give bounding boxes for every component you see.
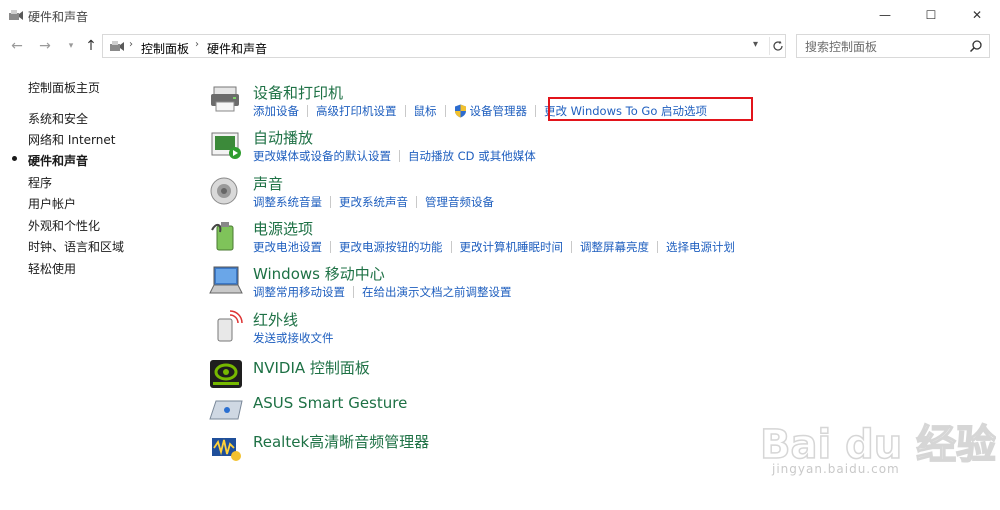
autoplay-icon[interactable] — [208, 127, 244, 163]
back-button[interactable]: ← — [8, 37, 26, 55]
category-title[interactable]: NVIDIA 控制面板 — [253, 357, 370, 378]
sidebar-item-network-internet[interactable]: 网络和 Internet — [28, 131, 115, 148]
minimize-icon: — — [879, 8, 891, 22]
link-sleep-time[interactable]: 更改计算机睡眠时间 — [460, 239, 564, 255]
link-divider — [444, 105, 446, 117]
breadcrumb-control-panel[interactable]: 控制面板 — [141, 40, 189, 57]
category-links: 更改媒体或设备的默认设置 自动播放 CD 或其他媒体 — [253, 148, 536, 164]
nvidia-icon[interactable] — [208, 356, 244, 392]
category-title[interactable]: Windows 移动中心 — [253, 263, 385, 284]
chevron-down-icon: ▾ — [68, 41, 74, 51]
sidebar-item-ease-of-access[interactable]: 轻松使用 — [28, 260, 76, 277]
hardware-sound-icon — [8, 8, 24, 25]
category-title[interactable]: 红外线 — [253, 309, 298, 330]
window-title: 硬件和声音 — [28, 10, 89, 24]
sidebar-item-programs[interactable]: 程序 — [28, 174, 52, 191]
link-divider — [404, 105, 406, 117]
link-battery-settings[interactable]: 更改电池设置 — [253, 239, 322, 255]
printer-icon[interactable] — [208, 82, 244, 118]
category-title[interactable]: ASUS Smart Gesture — [253, 394, 407, 412]
link-divider — [535, 105, 536, 117]
category-links: 更改电池设置 更改电源按钮的功能 更改计算机睡眠时间 调整屏幕亮度 选择电源计划 — [253, 239, 735, 255]
sidebar-item-clock-region[interactable]: 时钟、语言和区域 — [28, 238, 124, 255]
link-divider — [307, 105, 308, 117]
link-device-manager[interactable]: 设备管理器 — [470, 103, 528, 119]
baidu-watermark-logo: Bai du 经验 — [759, 421, 996, 469]
battery-icon[interactable] — [208, 218, 244, 254]
sidebar-item-system-security[interactable]: 系统和安全 — [28, 110, 88, 127]
close-button[interactable]: ✕ — [954, 0, 1000, 30]
search-input[interactable] — [803, 38, 967, 56]
category-title[interactable]: Realtek高清晰音频管理器 — [253, 431, 429, 452]
maximize-icon: ☐ — [925, 8, 937, 22]
link-add-device[interactable]: 添加设备 — [253, 103, 299, 119]
category-title[interactable]: 设备和打印机 — [253, 82, 343, 103]
link-common-mobility-settings[interactable]: 调整常用移动设置 — [253, 284, 345, 300]
category-links: 调整系统音量 更改系统声音 管理音频设备 — [253, 194, 494, 210]
link-advanced-printer-setup[interactable]: 高级打印机设置 — [316, 103, 397, 119]
link-screen-brightness[interactable]: 调整屏幕亮度 — [580, 239, 649, 255]
link-power-button-function[interactable]: 更改电源按钮的功能 — [339, 239, 443, 255]
active-bullet — [12, 156, 17, 161]
address-bar[interactable]: › 控制面板 › 硬件和声音 ▾ — [102, 34, 786, 58]
sidebar-item-user-accounts[interactable]: 用户帐户 — [28, 195, 76, 212]
link-autoplay-cd[interactable]: 自动播放 CD 或其他媒体 — [408, 148, 536, 164]
category-title[interactable]: 电源选项 — [253, 218, 313, 239]
link-divider — [330, 196, 331, 208]
link-send-receive-files[interactable]: 发送或接收文件 — [253, 330, 334, 346]
arrow-left-icon: ← — [11, 38, 23, 54]
link-default-media-settings[interactable]: 更改媒体或设备的默认设置 — [253, 148, 391, 164]
sidebar-item-appearance[interactable]: 外观和个性化 — [28, 217, 100, 234]
speaker-icon[interactable] — [208, 173, 244, 209]
link-divider — [330, 241, 331, 253]
link-mouse[interactable]: 鼠标 — [414, 103, 437, 119]
infrared-icon[interactable] — [208, 309, 244, 345]
touchpad-icon[interactable] — [208, 393, 244, 429]
chevron-right-icon: › — [195, 39, 199, 50]
link-divider — [416, 196, 417, 208]
control-panel-icon — [109, 39, 125, 56]
refresh-icon — [773, 40, 783, 51]
recent-locations-button[interactable]: ▾ — [62, 37, 80, 55]
category-links: 调整常用移动设置 在给出演示文档之前调整设置 — [253, 284, 512, 300]
watermark-url: jingyan.baidu.com — [772, 462, 900, 476]
laptop-icon[interactable] — [208, 263, 244, 299]
category-links: 发送或接收文件 — [253, 330, 334, 346]
link-divider — [657, 241, 658, 253]
forward-button[interactable]: → — [36, 37, 54, 55]
shield-icon — [454, 104, 467, 118]
category-title[interactable]: 自动播放 — [253, 127, 313, 148]
up-button[interactable]: ↑ — [82, 37, 100, 55]
navigation-bar: ← → ▾ ↑ › 控制面板 › 硬件和声音 ▾ — [0, 30, 1000, 62]
highlight-box — [548, 97, 753, 121]
search-icon[interactable] — [969, 39, 983, 56]
refresh-button[interactable] — [769, 37, 786, 55]
search-box[interactable] — [796, 34, 990, 58]
link-divider — [571, 241, 572, 253]
link-divider — [450, 241, 452, 253]
arrow-up-icon: ↑ — [85, 38, 97, 54]
arrow-right-icon: → — [39, 38, 51, 54]
realtek-audio-icon[interactable] — [208, 430, 244, 466]
chevron-down-icon[interactable]: ▾ — [753, 39, 758, 50]
link-divider — [399, 150, 400, 162]
maximize-button[interactable]: ☐ — [908, 0, 954, 30]
link-presentation-settings[interactable]: 在给出演示文档之前调整设置 — [362, 284, 512, 300]
link-manage-audio-devices[interactable]: 管理音频设备 — [425, 194, 494, 210]
title-bar: 硬件和声音 — ☐ ✕ — [0, 0, 1000, 30]
link-change-system-sounds[interactable]: 更改系统声音 — [339, 194, 408, 210]
close-icon: ✕ — [971, 8, 983, 22]
category-title[interactable]: 声音 — [253, 173, 283, 194]
breadcrumb-hardware-sound[interactable]: 硬件和声音 — [207, 40, 267, 57]
sidebar-item-control-panel-home[interactable]: 控制面板主页 — [28, 79, 100, 96]
sidebar-item-hardware-sound[interactable]: 硬件和声音 — [28, 152, 88, 169]
link-divider — [353, 286, 354, 298]
link-adjust-volume[interactable]: 调整系统音量 — [253, 194, 322, 210]
minimize-button[interactable]: — — [862, 0, 908, 30]
link-choose-power-plan[interactable]: 选择电源计划 — [666, 239, 735, 255]
chevron-right-icon: › — [129, 39, 133, 50]
